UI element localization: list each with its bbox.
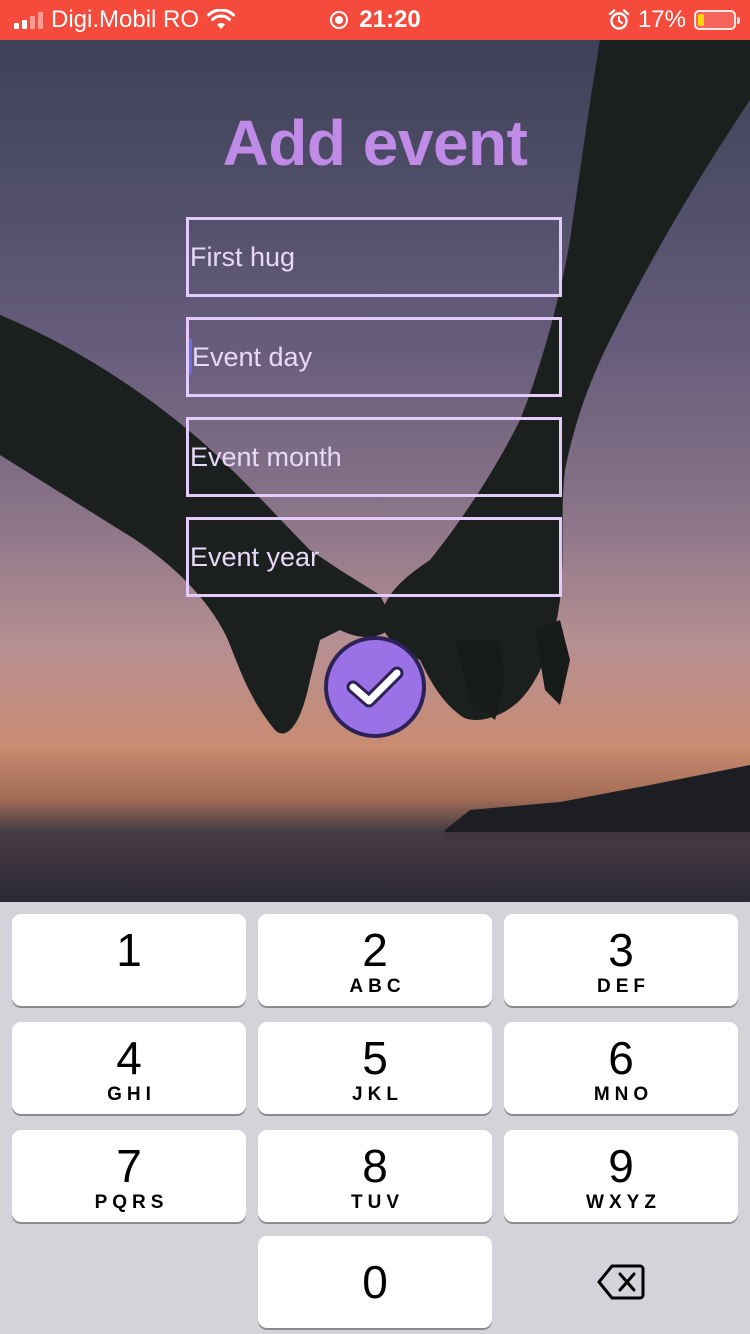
key-letters: ABC [349,976,406,997]
key-digit: 4 [116,1032,142,1084]
key-letters: PQRS [94,1192,169,1213]
key-digit: 2 [362,924,388,976]
key-digit: 7 [116,1140,142,1192]
battery-level-fill [698,14,704,26]
key-digit: 0 [362,1256,388,1308]
key-letters: TUV [351,1192,404,1213]
key-letters: GHI [107,1084,156,1105]
key-8[interactable]: 8 TUV [258,1130,492,1222]
status-right: 17% [608,0,740,40]
event-month-field[interactable]: Event month [186,417,562,497]
key-digit: 3 [608,924,634,976]
battery-percent: 17% [637,6,686,33]
numeric-keypad: 1 2 ABC 3 DEF 4 GHI 5 JKL 6 MNO 7 PQRS 8… [0,902,750,1334]
location-icon [330,11,349,29]
event-name-field[interactable]: First hug [186,217,562,297]
key-0[interactable]: 0 [258,1236,492,1328]
page-title: Add event [222,107,528,179]
key-6[interactable]: 6 MNO [504,1022,738,1114]
key-4[interactable]: 4 GHI [12,1022,246,1114]
event-year-field[interactable]: Event year [186,517,562,597]
key-letters: JKL [352,1084,403,1105]
battery-icon [694,10,740,30]
event-day-field[interactable]: Event day [186,317,562,397]
event-month-placeholder: Event month [190,441,342,472]
event-name-placeholder: First hug [190,241,296,272]
key-5[interactable]: 5 JKL [258,1022,492,1114]
confirm-button[interactable] [324,636,426,738]
key-digit: 9 [608,1140,634,1192]
backspace-icon [597,1264,645,1300]
status-time: 21:20 [359,6,421,33]
status-bar: Digi.Mobil RO 21:20 17% [0,0,750,40]
key-letters: WXYZ [586,1192,661,1213]
event-year-placeholder: Event year [190,541,320,572]
key-digit: 6 [608,1032,634,1084]
key-digit: 1 [116,924,142,976]
key-1[interactable]: 1 [12,914,246,1006]
key-letters: DEF [597,976,650,997]
key-digit: 5 [362,1032,388,1084]
check-icon [346,666,404,708]
alarm-icon [608,9,630,30]
key-digit: 8 [362,1140,388,1192]
key-9[interactable]: 9 WXYZ [504,1130,738,1222]
add-event-screen: Add event First hug Event day Event mont… [0,40,750,902]
delete-key[interactable] [504,1236,738,1328]
key-3[interactable]: 3 DEF [504,914,738,1006]
key-letters: MNO [593,1084,654,1105]
event-day-placeholder: Event day [192,341,313,372]
key-2[interactable]: 2 ABC [258,914,492,1006]
key-7[interactable]: 7 PQRS [12,1130,246,1222]
